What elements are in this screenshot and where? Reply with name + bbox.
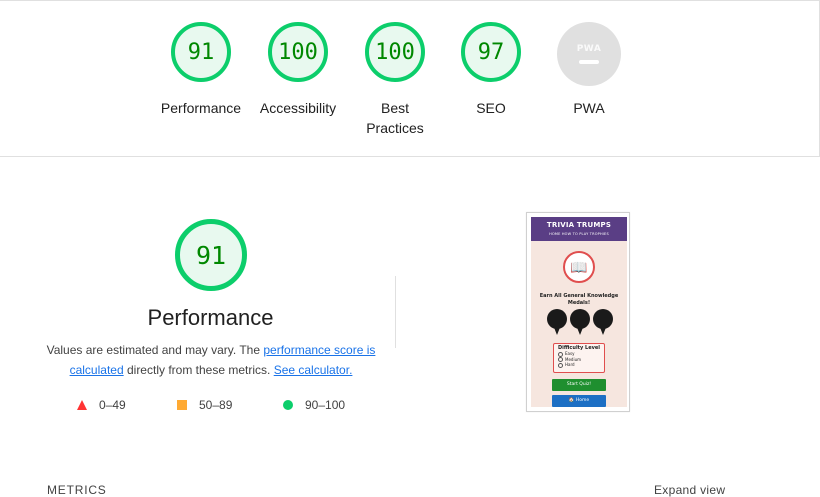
gauge-performance[interactable]: 91 Performance [160,22,242,118]
vertical-divider [395,276,396,348]
calculator-link[interactable]: See calculator. [274,363,353,377]
circle-pass-icon [283,400,293,410]
gauge-performance-score: 91 [171,22,231,82]
final-screenshot[interactable]: TRIVIA TRUMPS HOME HOW TO PLAY TROPHIES … [526,212,630,412]
gauge-pwa[interactable]: PWA PWA [553,22,625,118]
square-average-icon [177,400,187,410]
legend-pass-label: 90–100 [305,398,346,412]
gauge-best-practices-label: Best Practices [366,100,424,136]
legend-pass: 90–100 [283,398,345,412]
logo-glyph: 📖 [570,258,588,275]
legend-fail-label: 0–49 [99,398,126,412]
ribbon-icon [576,325,584,335]
legend-fail: 0–49 [77,398,126,412]
app-title: TRIVIA TRUMPS [546,221,612,229]
legend-average: 50–89 [177,398,232,412]
gauge-performance-label: Performance [160,100,242,116]
ribbon-icon [553,325,561,335]
metrics-heading: METRICS [47,483,107,497]
gauge-accessibility-label: Accessibility [259,100,337,116]
home-button: 🏠 Home [552,395,606,407]
gauge-seo[interactable]: 97 SEO [455,22,527,118]
medals-row [545,309,615,337]
start-quiz-button: Start Quiz! [552,379,606,391]
desc-prefix: Values are estimated and may vary. The [46,343,264,357]
pwa-badge-icon: PWA [557,22,621,86]
performance-description: Values are estimated and may vary. The p… [46,340,376,380]
gauge-best-practices[interactable]: 100 Best Practices [356,22,434,138]
difficulty-box: Difficulty Level Easy Medium Hard [553,343,605,373]
ribbon-icon [599,325,607,335]
triangle-fail-icon [77,400,87,410]
earn-medals-text: Earn All General Knowledge Medals! [539,293,619,306]
performance-title: Performance [147,305,274,330]
legend-average-label: 50–89 [199,398,233,412]
book-lightbulb-icon: 📖 [563,251,595,283]
app-nav: HOME HOW TO PLAY TROPHIES [549,232,609,236]
pwa-dash [579,60,599,64]
gauge-seo-label: SEO [476,100,506,116]
gauge-pwa-label: PWA [573,100,605,116]
pwa-badge-text: PWA [576,44,602,54]
difficulty-option: Hard [558,362,604,368]
top-divider [0,0,820,1]
summary-divider [0,156,820,157]
gauge-seo-score: 97 [461,22,521,82]
screenshot-screen: TRIVIA TRUMPS HOME HOW TO PLAY TROPHIES … [531,217,627,407]
performance-score-gauge: 91 [175,219,247,291]
expand-view-toggle[interactable]: Expand view [654,483,725,497]
gauge-accessibility[interactable]: 100 Accessibility [256,22,340,118]
gauge-accessibility-score: 100 [268,22,328,82]
gauge-best-practices-score: 100 [365,22,425,82]
app-header: TRIVIA TRUMPS HOME HOW TO PLAY TROPHIES [531,217,627,241]
desc-middle: directly from these metrics. [123,363,274,377]
